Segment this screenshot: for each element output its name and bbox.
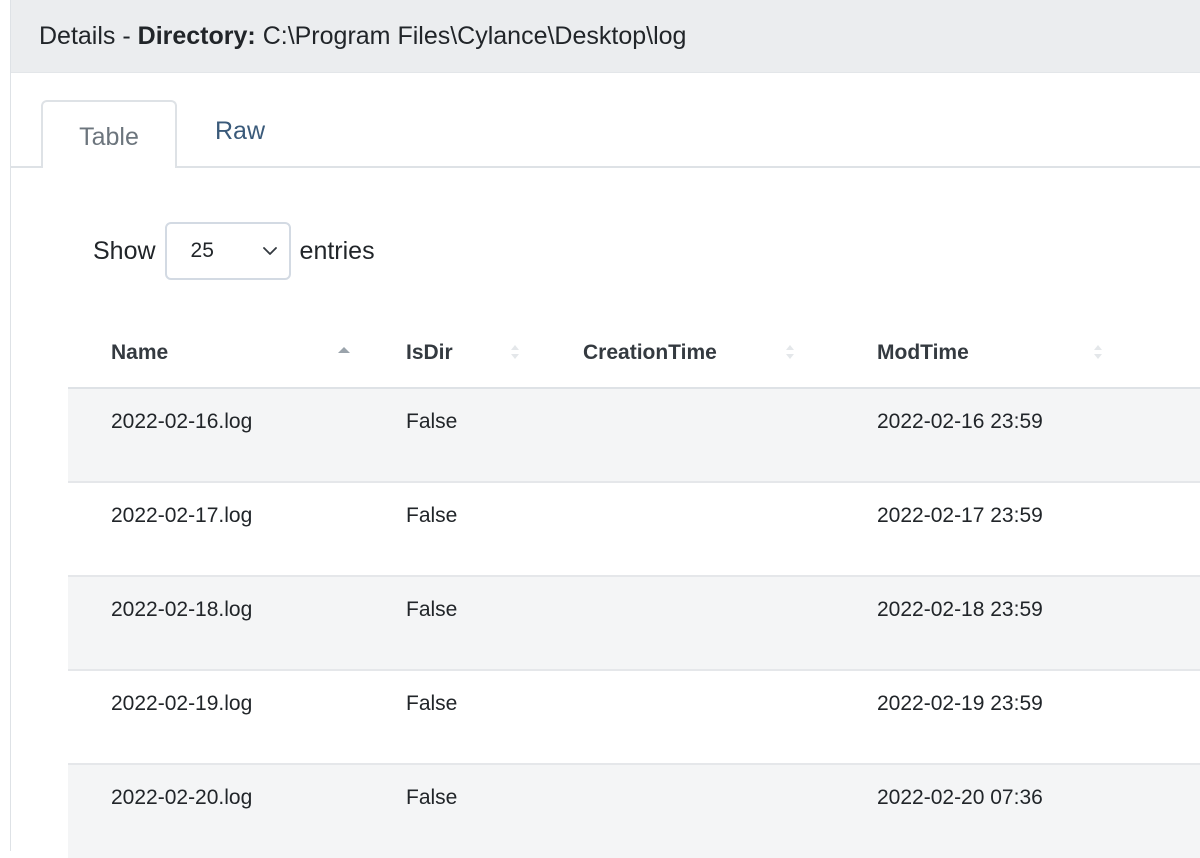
cell-isdir: False: [363, 763, 540, 858]
cell-modtime: 2022-02-16 23:59: [834, 387, 1200, 482]
tab-raw[interactable]: Raw: [177, 100, 303, 162]
sort-both-icon: [783, 342, 797, 362]
entries-length-control: Show 25 entries: [93, 222, 375, 280]
column-header-modtime-label: ModTime: [877, 340, 969, 364]
cell-name: 2022-02-17.log: [68, 481, 363, 576]
title-separator: -: [115, 21, 138, 50]
cell-name: 2022-02-16.log: [68, 387, 363, 482]
cell-name: 2022-02-20.log: [68, 763, 363, 858]
column-header-modtime[interactable]: ModTime: [834, 318, 1200, 389]
cell-name: 2022-02-18.log: [68, 575, 363, 670]
details-panel: Details - Directory: C:\Program Files\Cy…: [10, 0, 1200, 858]
sort-ascending-icon: [337, 342, 351, 362]
cell-isdir: False: [363, 575, 540, 670]
cell-creationtime: [540, 669, 834, 764]
table-row: 2022-02-17.log False 2022-02-17 23:59: [68, 481, 1200, 576]
column-header-name[interactable]: Name: [68, 318, 363, 389]
table-row: 2022-02-18.log False 2022-02-18 23:59: [68, 575, 1200, 670]
tab-table[interactable]: Table: [41, 100, 177, 168]
cell-modtime: 2022-02-18 23:59: [834, 575, 1200, 670]
cell-modtime: 2022-02-19 23:59: [834, 669, 1200, 764]
directory-label: Directory:: [137, 21, 256, 50]
cell-creationtime: [540, 575, 834, 670]
sort-both-icon: [1091, 342, 1105, 362]
table-row: 2022-02-20.log False 2022-02-20 07:36: [68, 763, 1200, 858]
column-header-isdir-label: IsDir: [406, 340, 453, 364]
cell-creationtime: [540, 387, 834, 482]
panel-body: Table Raw Show 25 entries Name IsDir Cre…: [11, 73, 1200, 858]
panel-header: Details - Directory: C:\Program Files\Cy…: [11, 0, 1200, 73]
table-row: 2022-02-16.log False 2022-02-16 23:59: [68, 387, 1200, 482]
tab-strip-border: [11, 166, 1200, 168]
table-header-row: Name IsDir CreationTime ModTime: [68, 318, 1200, 389]
cell-isdir: False: [363, 481, 540, 576]
details-title: Details: [39, 21, 116, 50]
directory-path: C:\Program Files\Cylance\Desktop\log: [262, 21, 687, 50]
entries-label: entries: [299, 236, 375, 265]
cell-isdir: False: [363, 669, 540, 764]
cell-modtime: 2022-02-20 07:36: [834, 763, 1200, 858]
chevron-down-icon: [259, 240, 281, 262]
column-header-creationtime-label: CreationTime: [583, 340, 717, 364]
column-header-isdir[interactable]: IsDir: [363, 318, 540, 389]
entries-per-page-select[interactable]: 25: [164, 222, 291, 280]
cell-creationtime: [540, 763, 834, 858]
table-row: 2022-02-19.log False 2022-02-19 23:59: [68, 669, 1200, 764]
cell-isdir: False: [363, 387, 540, 482]
sort-both-icon: [508, 342, 522, 362]
column-header-creationtime[interactable]: CreationTime: [540, 318, 834, 389]
directory-table: Name IsDir CreationTime ModTime 2022-02-…: [68, 318, 1200, 858]
cell-creationtime: [540, 481, 834, 576]
cell-modtime: 2022-02-17 23:59: [834, 481, 1200, 576]
column-header-name-label: Name: [111, 340, 169, 364]
entries-per-page-value: 25: [190, 239, 214, 262]
cell-name: 2022-02-19.log: [68, 669, 363, 764]
label-gap: [256, 22, 263, 51]
show-label: Show: [93, 236, 156, 265]
